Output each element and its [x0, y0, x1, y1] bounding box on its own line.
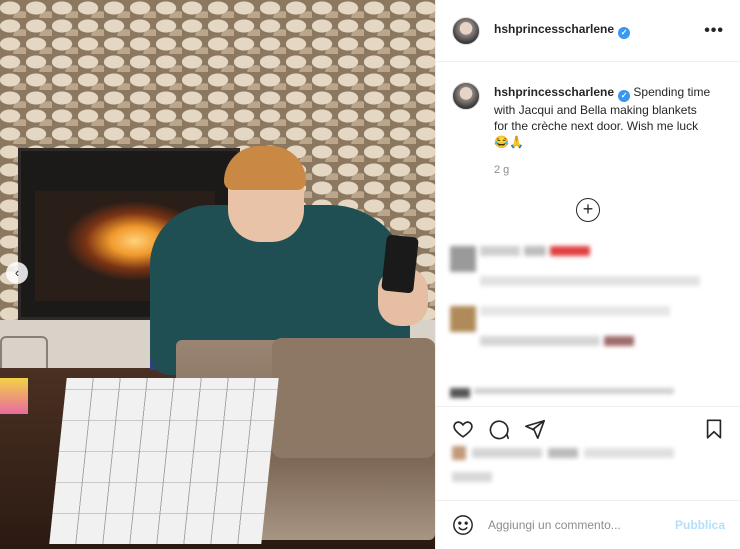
redacted-text	[480, 276, 700, 286]
action-bar	[436, 406, 740, 450]
redacted-text	[480, 336, 600, 346]
caption-username-text: hshprincesscharlene	[494, 85, 615, 99]
redacted-avatar	[450, 306, 476, 332]
load-more-comments-button[interactable]: +	[576, 198, 600, 222]
username-text: hshprincesscharlene	[494, 22, 615, 36]
book	[0, 378, 28, 414]
caption: hshprincesscharlene ✓ Spending time with …	[436, 62, 740, 178]
caption-username-link[interactable]: hshprincesscharlene ✓	[494, 85, 631, 102]
comment-input[interactable]	[488, 518, 675, 532]
smiley-icon[interactable]	[452, 514, 474, 536]
blanket-top	[272, 338, 435, 458]
post-photo[interactable]: ‹	[0, 0, 435, 549]
redacted-avatar	[450, 246, 476, 272]
redacted-avatar	[452, 446, 466, 460]
redacted-text	[472, 448, 542, 458]
redacted-likes	[452, 446, 722, 482]
publish-button[interactable]: Pubblica	[675, 518, 725, 532]
striped-towel	[49, 378, 279, 544]
timestamp[interactable]: 2 g	[494, 162, 714, 178]
add-comment-bar: Pubblica	[436, 500, 740, 549]
redacted-comment	[450, 306, 700, 346]
phone	[381, 234, 419, 294]
redacted-text	[548, 448, 578, 458]
post-header: hshprincesscharlene ✓ •••	[436, 0, 740, 62]
verified-badge-icon: ✓	[618, 90, 631, 102]
post-side-panel: hshprincesscharlene ✓ ••• hshprincesschar…	[435, 0, 740, 549]
caption-body: hshprincesscharlene ✓ Spending time with …	[494, 84, 714, 178]
avatar[interactable]	[452, 16, 480, 45]
heart-icon[interactable]	[452, 418, 474, 440]
redacted-likes-row	[452, 446, 722, 460]
verified-badge-icon: ✓	[618, 27, 631, 39]
more-options-button[interactable]: •••	[704, 22, 724, 40]
caption-avatar[interactable]	[452, 82, 480, 110]
carousel-prev-button[interactable]: ‹	[6, 262, 28, 284]
redacted-text	[480, 306, 670, 316]
comment-icon[interactable]	[488, 418, 510, 440]
redacted-text	[524, 246, 546, 256]
redacted-comment	[450, 246, 700, 286]
redacted-text	[604, 336, 634, 346]
redacted-avatar	[450, 388, 470, 398]
bookmark-icon[interactable]	[703, 418, 725, 440]
redacted-text	[474, 388, 674, 394]
redacted-text	[550, 246, 590, 256]
redacted-text	[480, 246, 520, 256]
redacted-comment	[450, 388, 720, 398]
username-link[interactable]: hshprincesscharlene ✓	[494, 22, 631, 39]
redacted-text	[452, 472, 492, 482]
paper-plane-icon[interactable]	[524, 418, 546, 440]
redacted-text	[584, 448, 674, 458]
